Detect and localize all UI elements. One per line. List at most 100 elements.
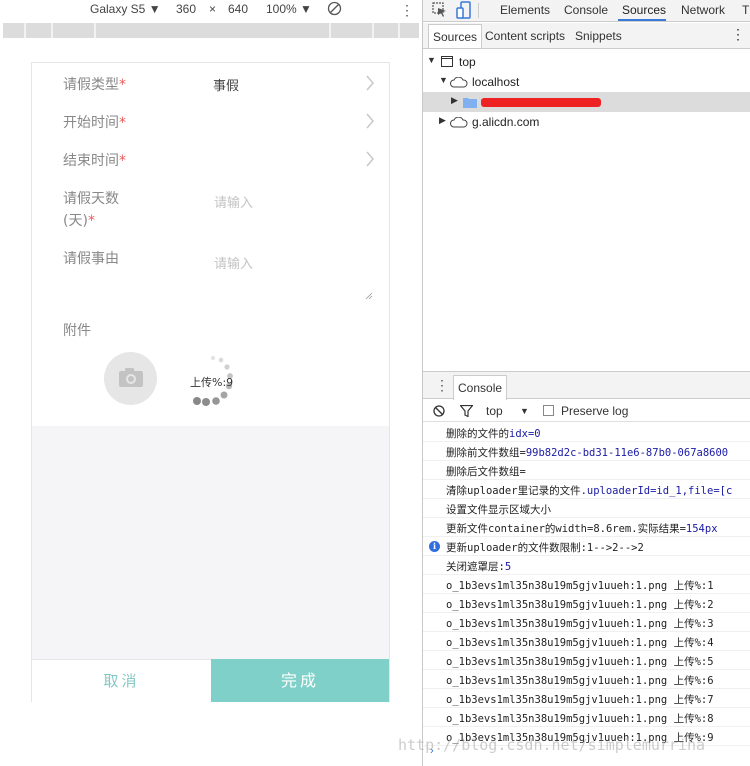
console-line-text: o_1b3evs1ml35n38u19m5gjv1uueh:1.png 上传%:…: [446, 637, 714, 649]
tree-item-localhost[interactable]: ▼ localhost: [423, 72, 750, 92]
console-line: o_1b3evs1ml35n38u19m5gjv1uueh:1.png 上传%:…: [423, 632, 750, 651]
console-line: 关闭遮罩层:5: [423, 556, 750, 575]
leave-days-input[interactable]: 请输入: [214, 192, 253, 211]
console-line: 删除前文件数组=99b82d2c-bd31-11e6-87b0-067a8600: [423, 442, 750, 461]
drawer-menu-icon[interactable]: ⋮: [435, 377, 449, 394]
console-line: 清除uploader里记录的文件.uploaderId=id_1,file=[c: [423, 480, 750, 499]
console-line: 删除的文件的idx=0: [423, 423, 750, 442]
devtools-panel: Elements Console Sources Network T Sourc…: [423, 0, 750, 766]
console-line: o_1b3evs1ml35n38u19m5gjv1uueh:1.png 上传%:…: [423, 575, 750, 594]
tab-elements[interactable]: Elements: [500, 3, 550, 17]
console-line: o_1b3evs1ml35n38u19m5gjv1uueh:1.png 上传%:…: [423, 689, 750, 708]
console-line: 更新文件container的width=8.6rem.实际结果=154px: [423, 518, 750, 537]
watermark: http://blog.csdn.net/simplemurrina: [398, 736, 706, 754]
sources-subtabs: Sources Content scripts Snippets ⋮: [423, 23, 750, 49]
console-line: o_1b3evs1ml35n38u19m5gjv1uueh:1.png 上传%:…: [423, 594, 750, 613]
cloud-icon: [450, 117, 468, 128]
console-line-text: 删除的文件的idx=0: [446, 428, 541, 440]
file-tree: ▼ top ▼ localhost ▶ ▶ g.alicdn.com: [423, 50, 750, 370]
console-line-text: 清除uploader里记录的文件.uploaderId=id_1,file=[c: [446, 485, 733, 497]
filter-icon[interactable]: [460, 405, 473, 417]
device-emulator: Galaxy S5 ▼ 360 × 640 100% ▼ ⋮ 请假类型* 事假 …: [0, 0, 422, 766]
resize-handle-icon[interactable]: [365, 292, 373, 300]
start-time-label: 开始时间*: [63, 115, 126, 131]
tree-item-folder[interactable]: ▶: [423, 92, 750, 112]
console-line-text: o_1b3evs1ml35n38u19m5gjv1uueh:1.png 上传%:…: [446, 580, 714, 592]
console-line-text: o_1b3evs1ml35n38u19m5gjv1uueh:1.png 上传%:…: [446, 694, 714, 706]
device-toggle-icon[interactable]: [456, 1, 471, 19]
devtools-tabbar: Elements Console Sources Network T: [423, 0, 750, 22]
console-line: 删除后文件数组=: [423, 461, 750, 480]
rotate-icon[interactable]: [327, 1, 342, 16]
console-line-text: 删除后文件数组=: [446, 466, 526, 478]
leave-reason-textarea[interactable]: 请输入: [214, 253, 253, 272]
leave-form: 请假类型* 事假 开始时间* 结束时间* 请假天数 (天)* 请输入 请假事由 …: [32, 63, 389, 426]
upload-progress-text: 上传%:9: [190, 376, 234, 389]
tree-item-top[interactable]: ▼ top: [423, 52, 750, 72]
zoom-select[interactable]: 100% ▼: [266, 2, 312, 16]
info-icon: i: [429, 541, 440, 552]
console-line: o_1b3evs1ml35n38u19m5gjv1uueh:1.png 上传%:…: [423, 651, 750, 670]
cloud-icon: [450, 77, 468, 88]
console-log: 删除的文件的idx=0 删除前文件数组=99b82d2c-bd31-11e6-87…: [423, 423, 750, 753]
console-line-text: o_1b3evs1ml35n38u19m5gjv1uueh:1.png 上传%:…: [446, 675, 714, 687]
console-line-text: o_1b3evs1ml35n38u19m5gjv1uueh:1.png 上传%:…: [446, 656, 714, 668]
more-options-icon[interactable]: ⋮: [400, 2, 414, 19]
console-line: o_1b3evs1ml35n38u19m5gjv1uueh:1.png 上传%:…: [423, 613, 750, 632]
device-toolbar: Galaxy S5 ▼ 360 × 640 100% ▼ ⋮: [0, 0, 422, 20]
console-line: i 更新uploader的文件数限制:1-->2-->2: [423, 537, 750, 556]
frame-icon: [441, 56, 453, 67]
tab-console-drawer[interactable]: Console: [453, 375, 508, 400]
end-time-label: 结束时间*: [63, 153, 126, 169]
context-select[interactable]: top: [486, 404, 503, 418]
dimension-separator: ×: [209, 2, 217, 16]
preserve-log-checkbox[interactable]: [543, 405, 554, 416]
tab-network[interactable]: Network: [681, 3, 725, 17]
add-photo-button[interactable]: [104, 352, 157, 405]
camera-icon: [119, 368, 143, 387]
media-query-ruler: [3, 23, 419, 38]
subtab-sources[interactable]: Sources: [428, 24, 483, 48]
console-line: o_1b3evs1ml35n38u19m5gjv1uueh:1.png 上传%:…: [423, 670, 750, 689]
active-tab-indicator: [618, 19, 666, 21]
leave-type-label: 请假类型*: [63, 77, 126, 93]
cancel-button[interactable]: 取消: [32, 659, 211, 702]
console-drawer-header: ⋮ Console: [423, 371, 750, 400]
more-options-icon[interactable]: ⋮: [731, 26, 745, 43]
console-line-text: 关闭遮罩层:5: [446, 561, 512, 573]
console-line-text: o_1b3evs1ml35n38u19m5gjv1uueh:1.png 上传%:…: [446, 618, 714, 630]
device-select[interactable]: Galaxy S5 ▼: [90, 2, 161, 16]
tab-console[interactable]: Console: [564, 3, 608, 17]
leave-days-label: 请假天数 (天)*: [63, 191, 119, 229]
leave-type-value[interactable]: 事假: [213, 75, 239, 94]
tree-item-cdn[interactable]: ▶ g.alicdn.com: [423, 112, 750, 132]
console-line-text: 删除前文件数组=99b82d2c-bd31-11e6-87b0-067a8600: [446, 447, 729, 459]
leave-reason-label: 请假事由: [63, 251, 119, 267]
viewport-width[interactable]: 360: [176, 2, 196, 16]
console-line-text: 设置文件显示区域大小: [446, 504, 551, 516]
chevron-right-icon[interactable]: [365, 151, 375, 167]
console-line-text: 更新文件container的width=8.6rem.实际结果=154px: [446, 523, 718, 535]
console-line-text: o_1b3evs1ml35n38u19m5gjv1uueh:1.png 上传%:…: [446, 599, 714, 611]
console-line: o_1b3evs1ml35n38u19m5gjv1uueh:1.png 上传%:…: [423, 708, 750, 727]
done-button[interactable]: 完成: [211, 659, 389, 702]
console-line-text: o_1b3evs1ml35n38u19m5gjv1uueh:1.png 上传%:…: [446, 713, 714, 725]
console-toolbar: top ▼ Preserve log: [423, 400, 750, 422]
redacted-folder-name: [481, 98, 601, 107]
console-line-text: 更新uploader的文件数限制:1-->2-->2: [446, 542, 644, 554]
viewport-height[interactable]: 640: [228, 2, 248, 16]
subtab-snippets[interactable]: Snippets: [575, 29, 622, 43]
attachment-label: 附件: [63, 323, 91, 339]
console-line: 设置文件显示区域大小: [423, 499, 750, 518]
folder-icon: [463, 98, 477, 108]
chevron-right-icon[interactable]: [365, 75, 375, 91]
inspect-element-icon[interactable]: [432, 2, 447, 18]
clear-console-icon[interactable]: [433, 405, 445, 417]
phone-viewport: 请假类型* 事假 开始时间* 结束时间* 请假天数 (天)* 请输入 请假事由 …: [31, 62, 390, 702]
chevron-right-icon[interactable]: [365, 113, 375, 129]
tab-more[interactable]: T: [742, 3, 749, 17]
preserve-log-label: Preserve log: [561, 404, 629, 418]
subtab-content-scripts[interactable]: Content scripts: [485, 29, 565, 43]
tab-sources[interactable]: Sources: [622, 3, 666, 17]
context-dropdown-icon[interactable]: ▼: [520, 406, 529, 416]
